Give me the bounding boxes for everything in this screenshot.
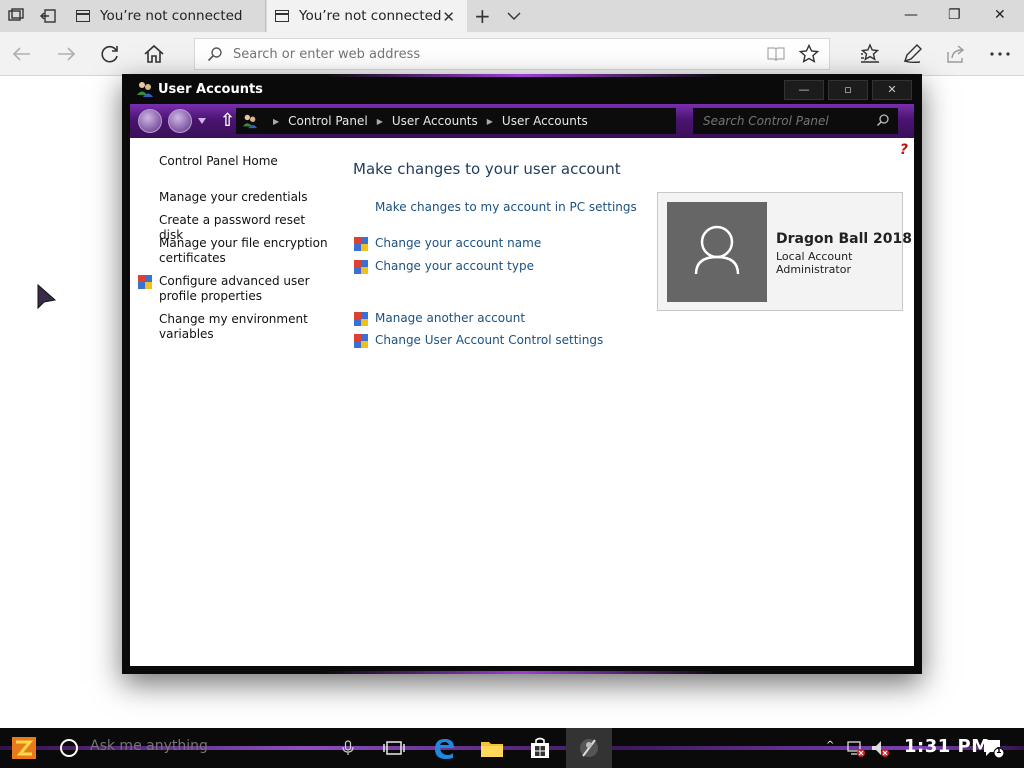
tab-preview-icon[interactable] — [8, 8, 24, 24]
frame-accent — [322, 671, 722, 674]
uac-shield-icon — [354, 260, 368, 274]
uac-settings-link[interactable]: Change User Account Control settings — [375, 333, 603, 347]
microphone-icon[interactable] — [342, 740, 354, 756]
start-button-icon[interactable] — [10, 734, 38, 762]
reading-view-icon[interactable] — [767, 46, 785, 62]
tab-title: You’re not connected — [299, 8, 442, 24]
chevron-right-icon: ▶ — [273, 116, 280, 126]
control-panel-app-icon — [580, 739, 598, 757]
tab-1[interactable]: You’re not connected — [66, 0, 266, 32]
mouse-cursor-icon — [37, 284, 57, 310]
account-tile: Dragon Ball 2018 Local Account Administr… — [657, 192, 912, 311]
address-field[interactable] — [194, 38, 830, 70]
forward-button[interactable] — [168, 109, 192, 133]
cortana-search[interactable] — [50, 732, 370, 764]
page-title: Make changes to your user account — [353, 160, 621, 178]
page-icon — [76, 10, 90, 22]
refresh-icon[interactable] — [98, 42, 122, 66]
window-maximize-button[interactable]: ▫ — [828, 80, 868, 100]
breadcrumb-user-accounts[interactable]: User Accounts — [392, 114, 478, 128]
account-type: Local Account — [776, 250, 853, 263]
user-accounts-window: User Accounts — ▫ ✕ ⇧ ▶ Control Panel ▶ … — [122, 74, 922, 674]
search-icon — [207, 47, 222, 62]
user-accounts-icon — [137, 82, 153, 97]
active-app-slot[interactable] — [566, 728, 612, 768]
manage-credentials-link[interactable]: Manage your credentials — [159, 190, 329, 205]
action-center-button[interactable]: 1 — [982, 738, 1005, 762]
control-panel-home-link[interactable]: Control Panel Home — [159, 154, 329, 169]
chevron-right-icon: ▶ — [376, 116, 383, 126]
new-tab-button[interactable]: + — [474, 4, 491, 28]
avatar — [667, 202, 767, 302]
recent-pages-chevron-icon[interactable] — [198, 118, 206, 124]
environment-variables-link[interactable]: Change my environment variables — [159, 312, 329, 342]
network-disconnected-icon[interactable] — [846, 738, 866, 758]
address-input[interactable] — [233, 46, 753, 62]
help-icon[interactable]: ? — [900, 142, 908, 158]
account-name: Dragon Ball 2018 — [776, 231, 913, 247]
breadcrumb: ▶ Control Panel ▶ User Accounts ▶ User A… — [236, 108, 676, 134]
minimize-button[interactable]: — — [904, 7, 918, 23]
search-icon — [876, 114, 889, 127]
tray-overflow-icon[interactable]: ^ — [826, 740, 834, 751]
up-arrow-icon[interactable]: ⇧ — [220, 110, 235, 131]
notification-count: 1 — [996, 746, 1002, 755]
more-icon[interactable] — [988, 42, 1012, 66]
change-account-type-link[interactable]: Change your account type — [375, 259, 534, 273]
chevron-right-icon: ▶ — [486, 116, 493, 126]
forward-icon[interactable] — [54, 42, 78, 66]
restore-button[interactable]: ❐ — [948, 7, 961, 23]
window-minimize-button[interactable]: — — [784, 80, 824, 100]
share-icon[interactable] — [944, 42, 968, 66]
taskbar: ^ 1:31 PM 1 — [0, 728, 1024, 768]
browser-tab-bar: You’re not connected You’re not connecte… — [0, 0, 1024, 32]
cortana-icon — [60, 739, 78, 757]
page-icon — [275, 10, 289, 22]
user-accounts-icon — [242, 114, 258, 129]
window-close-button[interactable]: ✕ — [872, 80, 912, 100]
home-icon[interactable] — [142, 42, 166, 66]
advanced-profile-properties-link[interactable]: Configure advanced user profile properti… — [159, 274, 329, 304]
notes-pen-icon[interactable] — [900, 42, 924, 66]
uac-shield-icon — [354, 237, 368, 251]
set-aside-tabs-icon[interactable] — [40, 8, 56, 24]
uac-shield-icon — [354, 334, 368, 348]
browser-address-bar — [0, 32, 1024, 76]
clock[interactable]: 1:31 PM — [904, 736, 990, 757]
frame-accent — [322, 74, 722, 77]
breadcrumb-control-panel[interactable]: Control Panel — [288, 114, 368, 128]
favorites-hub-icon[interactable] — [858, 42, 882, 66]
uac-shield-icon — [354, 312, 368, 326]
user-silhouette-icon — [694, 225, 740, 275]
explorer-nav-bar: ⇧ ▶ Control Panel ▶ User Accounts ▶ User… — [130, 104, 914, 138]
encryption-certificates-link[interactable]: Manage your file encryption certificates — [159, 236, 329, 266]
search-input[interactable] — [703, 114, 863, 128]
store-icon[interactable] — [526, 734, 554, 762]
chevron-down-icon[interactable] — [506, 8, 522, 24]
edge-browser-icon[interactable] — [430, 734, 458, 762]
tab-title: You’re not connected — [100, 8, 243, 24]
close-window-button[interactable]: ✕ — [994, 7, 1006, 23]
search-control-panel[interactable] — [693, 108, 898, 134]
content-area: ? Control Panel Home Manage your credent… — [130, 138, 914, 666]
tab-2-active[interactable]: You’re not connected ✕ — [267, 0, 467, 32]
favorite-star-icon[interactable] — [799, 44, 819, 64]
manage-another-account-link[interactable]: Manage another account — [375, 311, 525, 325]
pc-settings-link[interactable]: Make changes to my account in PC setting… — [375, 200, 637, 214]
breadcrumb-user-accounts-current[interactable]: User Accounts — [502, 114, 588, 128]
cortana-input[interactable] — [90, 738, 310, 754]
file-explorer-icon[interactable] — [478, 734, 506, 762]
back-icon[interactable] — [10, 42, 34, 66]
back-button[interactable] — [138, 109, 162, 133]
account-role: Administrator — [776, 263, 851, 276]
volume-muted-icon[interactable] — [870, 738, 890, 758]
uac-shield-icon — [138, 275, 152, 289]
task-view-icon[interactable] — [380, 734, 408, 762]
window-title: User Accounts — [158, 82, 263, 97]
change-account-name-link[interactable]: Change your account name — [375, 236, 541, 250]
close-tab-icon[interactable]: ✕ — [442, 8, 455, 26]
